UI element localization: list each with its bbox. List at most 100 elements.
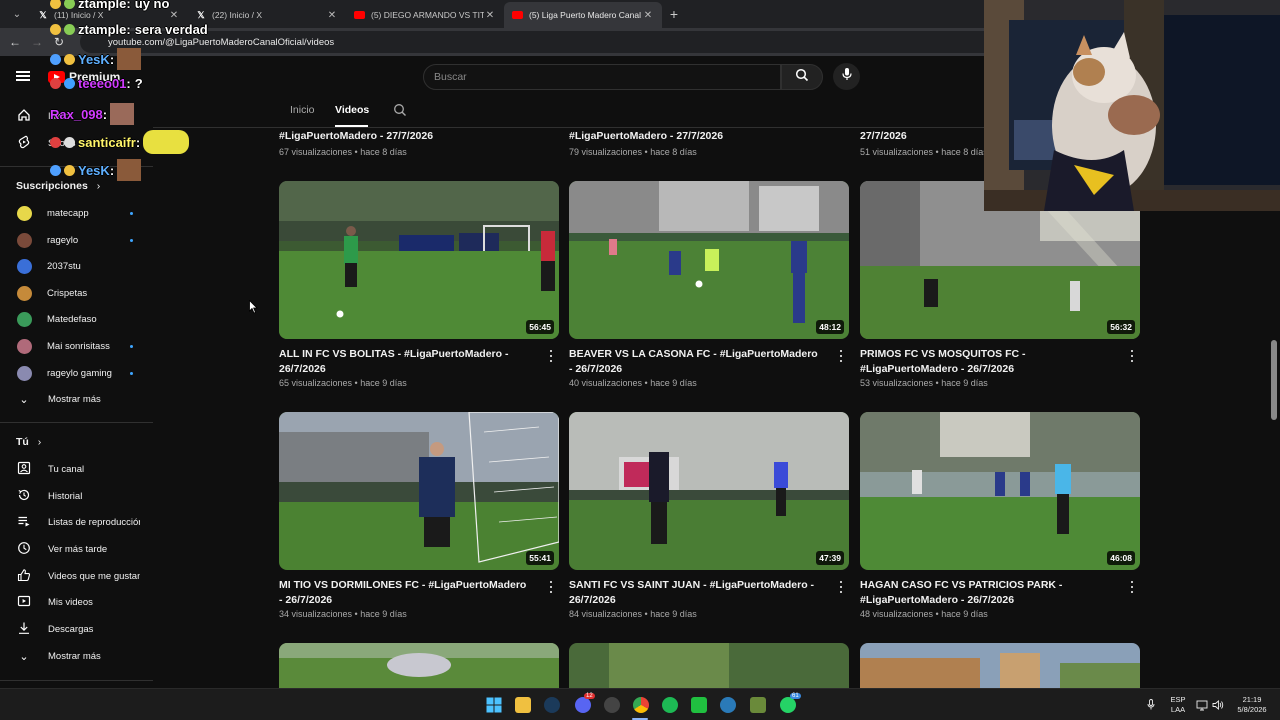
video-thumbnail[interactable]: 46:08 <box>860 412 1140 570</box>
app-icon[interactable] <box>750 697 766 713</box>
video-title[interactable]: SANTI FC VS SAINT JUAN - #LigaPuertoMade… <box>569 578 819 607</box>
video-title[interactable]: PRIMOS FC VS MOSQUITOS FC - #LigaPuertoM… <box>860 347 1110 376</box>
you-header[interactable]: Tú › <box>16 436 41 448</box>
close-icon[interactable]: ✕ <box>326 10 338 21</box>
video-title[interactable]: BEAVER VS LA CASONA FC - #LigaPuertoMade… <box>569 347 819 376</box>
more-options-icon[interactable] <box>1128 580 1136 594</box>
more-options-icon[interactable] <box>547 349 555 363</box>
subscription-name: 2037stu <box>47 260 81 272</box>
kick-icon[interactable] <box>691 697 707 713</box>
video-title[interactable]: ALL IN FC VS BOLITAS - #LigaPuertoMadero… <box>279 347 529 376</box>
more-options-icon[interactable] <box>837 580 845 594</box>
search-button[interactable] <box>781 64 823 90</box>
show-more-subscriptions[interactable]: ⌄ Mostrar más <box>0 386 153 412</box>
chat-username: ztample <box>78 22 127 37</box>
sidebar-item-playlists[interactable]: Listas de reproducción <box>0 509 153 535</box>
video-thumbnail[interactable]: 56:45 <box>279 181 559 339</box>
search-input[interactable]: Buscar <box>423 64 781 90</box>
avatar <box>17 205 32 221</box>
microphone-tray-icon[interactable] <box>1147 699 1155 713</box>
more-options-icon[interactable] <box>1128 349 1136 363</box>
sidebar-item-subscription[interactable]: Crispetas <box>0 280 153 306</box>
video-thumbnail[interactable]: 55:41 <box>279 412 559 570</box>
sidebar-item-your-channel[interactable]: Tu canal <box>0 456 153 482</box>
new-tab-button[interactable]: + <box>662 6 686 22</box>
sidebar-item-subscription[interactable]: matecapp <box>0 200 153 226</box>
chrome-icon[interactable] <box>633 697 649 713</box>
search-icon <box>795 68 809 87</box>
volume-icon[interactable] <box>1212 698 1224 716</box>
channel-search-icon[interactable] <box>393 103 407 122</box>
subscriptions-header[interactable]: Suscripciones › <box>16 180 100 192</box>
sidebar-item-subscription[interactable]: rageylo gaming <box>0 360 153 386</box>
video-title[interactable]: #LigaPuertoMadero - 27/7/2026 <box>569 130 723 142</box>
more-options-icon[interactable] <box>547 580 555 594</box>
download-icon <box>0 621 48 638</box>
sidebar-item-my-videos[interactable]: Mis videos <box>0 589 153 615</box>
video-thumbnail[interactable] <box>860 643 1140 688</box>
input-language[interactable]: ESP LAA <box>1166 695 1190 715</box>
video-thumbnail[interactable]: 47:39 <box>569 412 849 570</box>
chat-text: ? <box>134 76 143 91</box>
network-icon[interactable] <box>1196 698 1208 716</box>
sidebar-item-label: Descargas <box>48 623 94 635</box>
video-title[interactable]: HAGAN CASO FC VS PATRICIOS PARK - #LigaP… <box>860 578 1110 607</box>
chat-text: uy no <box>134 0 170 11</box>
browser-tab-3[interactable]: (5) DIEGO ARMANDO VS TITO ✕ <box>346 2 504 28</box>
reload-icon[interactable]: ↻ <box>48 35 70 49</box>
new-content-dot <box>130 371 133 375</box>
keyboard-layout: LAA <box>1170 705 1186 714</box>
more-options-icon[interactable] <box>837 349 845 363</box>
address-bar[interactable]: youtube.com/@LigaPuertoMaderoCanalOficia… <box>80 31 1010 53</box>
video-thumbnail[interactable]: 48:12 <box>569 181 849 339</box>
sidebar-item-watch-later[interactable]: Ver más tarde <box>0 536 153 562</box>
browser-tab-4[interactable]: (5) Liga Puerto Madero Canal O ✕ <box>504 2 662 28</box>
chat-message: YesK : <box>50 159 142 181</box>
video-thumbnail[interactable] <box>569 643 849 688</box>
emote-icon <box>50 0 61 9</box>
tab-search-chevron-icon[interactable]: ⌄ <box>4 3 30 25</box>
discord-icon[interactable] <box>575 697 591 713</box>
app-icon[interactable] <box>720 697 736 713</box>
back-arrow-icon[interactable]: ← <box>4 35 26 49</box>
sidebar-item-label: Tu canal <box>48 463 85 475</box>
sidebar-item-downloads[interactable]: Descargas <box>0 616 153 642</box>
close-icon[interactable]: ✕ <box>484 10 496 21</box>
clock[interactable]: 21:19 5/8/2026 <box>1230 695 1274 715</box>
sidebar-item-liked-videos[interactable]: Videos que me gustan <box>0 563 153 589</box>
close-icon[interactable]: ✕ <box>642 10 654 21</box>
tab-title: (22) Inicio / X <box>212 10 263 20</box>
file-explorer-icon[interactable] <box>515 697 531 713</box>
app-icon[interactable] <box>604 697 620 713</box>
menu-icon[interactable] <box>16 71 30 81</box>
emote-image <box>117 48 142 70</box>
close-icon[interactable]: ✕ <box>168 10 180 21</box>
forward-arrow-icon[interactable]: → <box>26 35 48 49</box>
avatar <box>17 311 32 327</box>
sidebar-item-history[interactable]: Historial <box>0 483 153 509</box>
steam-icon[interactable] <box>544 697 560 713</box>
video-title[interactable]: 27/7/2026 <box>860 130 907 142</box>
chat-text: sera verdad <box>134 22 208 37</box>
show-more-you[interactable]: ⌄ Mostrar más <box>0 643 153 669</box>
page-scrollbar[interactable] <box>1271 340 1277 420</box>
video-title[interactable]: #LigaPuertoMadero - 27/7/2026 <box>279 130 433 142</box>
view-count: 40 visualizaciones <box>569 378 643 388</box>
microphone-icon <box>841 67 853 86</box>
windows-start-icon[interactable] <box>486 697 502 713</box>
sidebar-item-subscription[interactable]: Mai sonrisitass <box>0 333 153 359</box>
video-title[interactable]: MI TIO VS DORMILONES FC - #LigaPuertoMad… <box>279 578 529 607</box>
video-thumbnail[interactable] <box>279 643 559 688</box>
sidebar-item-subscription[interactable]: 2037stu <box>0 253 153 279</box>
sidebar-item-subscription[interactable]: Matedefaso <box>0 306 153 332</box>
voice-search-button[interactable] <box>833 63 860 90</box>
sidebar-item-subscription[interactable]: rageylo <box>0 227 153 253</box>
tab-home[interactable]: Inicio <box>290 104 315 116</box>
browser-tab-2[interactable]: 𝕏 (22) Inicio / X ✕ <box>188 2 346 28</box>
video-duration: 47:39 <box>816 551 844 565</box>
badge-icon <box>64 78 75 89</box>
clock-date: 5/8/2026 <box>1237 705 1267 714</box>
whatsapp-icon[interactable] <box>780 697 796 713</box>
tab-videos[interactable]: Videos <box>335 104 369 116</box>
spotify-icon[interactable] <box>662 697 678 713</box>
